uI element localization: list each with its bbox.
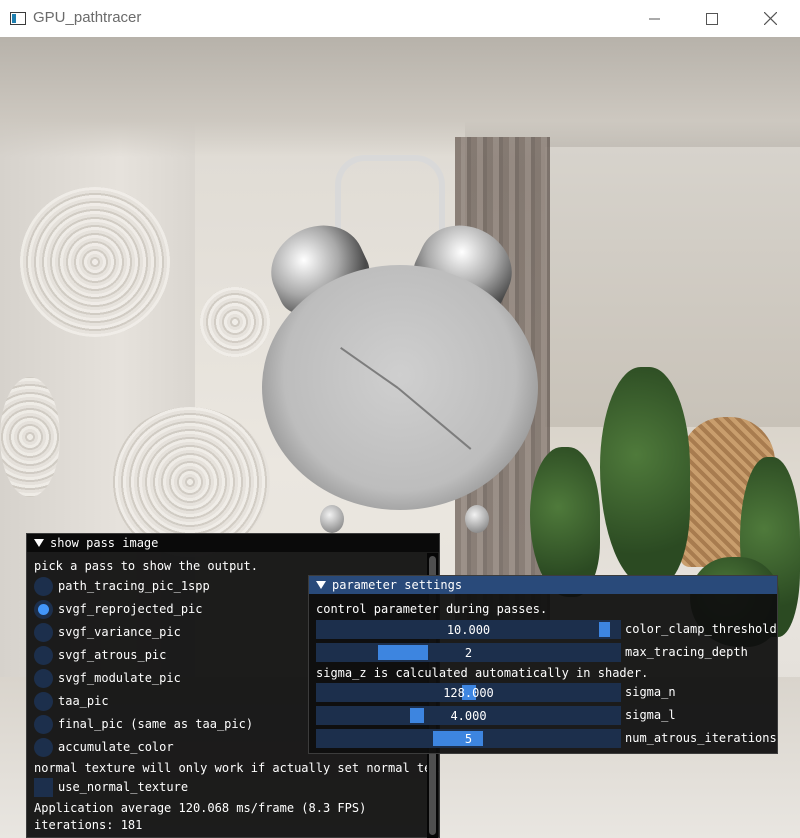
scene-plant (600, 367, 690, 587)
minimize-icon (649, 18, 660, 19)
close-button[interactable] (741, 0, 799, 37)
slider-track[interactable]: 10.000 (316, 619, 621, 639)
window-title: GPU_pathtracer (33, 9, 142, 26)
slider-color-clamp-threshold[interactable]: 10.000 color_clamp_threshold (316, 619, 777, 639)
clock-foot-left (320, 505, 344, 533)
slider-value: 2 (464, 645, 473, 660)
scene-rosette (0, 377, 60, 497)
use-normal-texture-checkbox-row[interactable]: use_normal_texture (34, 777, 188, 797)
slider-track[interactable]: 128.000 (316, 682, 621, 702)
slider-sigma-l[interactable]: 4.000 sigma_l (316, 705, 676, 725)
pass-panel-title: show pass image (50, 536, 159, 550)
slider-track[interactable]: 2 (316, 642, 621, 662)
slider-label: sigma_l (625, 708, 676, 722)
pass-option[interactable]: accumulate_color (34, 737, 174, 757)
pass-option-label: path_tracing_pic_1spp (58, 579, 210, 593)
close-icon (763, 12, 777, 25)
clock-handle (335, 155, 445, 245)
normal-texture-note: normal texture will only work if actuall… (34, 761, 439, 775)
radio-button-selected[interactable] (34, 599, 53, 619)
slider-value: 5 (464, 731, 473, 746)
slider-track[interactable]: 4.000 (316, 705, 621, 725)
radio-button[interactable] (34, 691, 53, 711)
radio-button[interactable] (34, 576, 53, 596)
slider-value: 128.000 (443, 685, 494, 700)
pass-option[interactable]: final_pic (same as taa_pic) (34, 714, 253, 734)
slider-max-tracing-depth[interactable]: 2 max_tracing_depth (316, 642, 748, 662)
pass-option[interactable]: svgf_atrous_pic (34, 645, 166, 665)
slider-sigma-n[interactable]: 128.000 sigma_n (316, 682, 676, 702)
radio-button[interactable] (34, 737, 53, 757)
window-title-bar: GPU_pathtracer (0, 0, 800, 37)
use-normal-texture-label: use_normal_texture (58, 780, 189, 794)
param-panel-title: parameter settings (332, 578, 463, 592)
parameter-settings-panel[interactable]: parameter settings control parameter dur… (308, 575, 778, 754)
pass-option[interactable]: path_tracing_pic_1spp (34, 576, 210, 596)
pass-option-label: svgf_modulate_pic (58, 671, 181, 685)
slider-label: max_tracing_depth (625, 645, 748, 659)
iterations-readout: iterations: 181 (34, 818, 143, 832)
param-panel-header[interactable]: parameter settings (309, 576, 777, 594)
slider-value: 10.000 (446, 622, 491, 637)
pass-panel-header[interactable]: show pass image (27, 534, 439, 552)
pass-option-label: accumulate_color (58, 740, 174, 754)
collapse-triangle-icon[interactable] (34, 539, 44, 547)
slider-label: sigma_n (625, 685, 676, 699)
pass-option-label: final_pic (same as taa_pic) (58, 717, 254, 731)
pass-option[interactable]: svgf_variance_pic (34, 622, 181, 642)
maximize-button[interactable] (683, 0, 741, 37)
sigma-z-note: sigma_z is calculated automatically in s… (316, 666, 649, 680)
clock-foot-right (465, 505, 489, 533)
pass-option[interactable]: svgf_modulate_pic (34, 668, 181, 688)
fps-readout: Application average 120.068 ms/frame (8.… (34, 801, 367, 815)
param-intro: control parameter during passes. (316, 602, 548, 616)
app-window-icon (10, 12, 26, 25)
slider-label: num_atrous_iterations (625, 731, 777, 745)
pass-option-label: taa_pic (58, 694, 109, 708)
slider-label: color_clamp_threshold (625, 622, 777, 636)
pass-option-label: svgf_reprojected_pic (58, 602, 203, 616)
pass-option-label: svgf_variance_pic (58, 625, 181, 639)
alarm-clock-model (257, 155, 550, 555)
pass-option[interactable]: svgf_reprojected_pic (34, 599, 203, 619)
maximize-icon (706, 12, 718, 25)
pass-prompt: pick a pass to show the output. (34, 559, 258, 573)
slider-num-atrous-iterations[interactable]: 5 num_atrous_iterations (316, 728, 777, 748)
use-normal-texture-checkbox[interactable] (34, 777, 53, 797)
pass-option[interactable]: taa_pic (34, 691, 109, 711)
radio-button[interactable] (34, 622, 53, 642)
slider-value: 4.000 (450, 708, 487, 723)
scene-ceiling (0, 37, 800, 157)
collapse-triangle-icon[interactable] (316, 581, 326, 589)
scene-rosette (20, 187, 170, 337)
radio-button[interactable] (34, 668, 53, 688)
pass-option-label: svgf_atrous_pic (58, 648, 167, 662)
minimize-button[interactable] (626, 0, 684, 37)
slider-track[interactable]: 5 (316, 728, 621, 748)
radio-button[interactable] (34, 714, 53, 734)
radio-button[interactable] (34, 645, 53, 665)
